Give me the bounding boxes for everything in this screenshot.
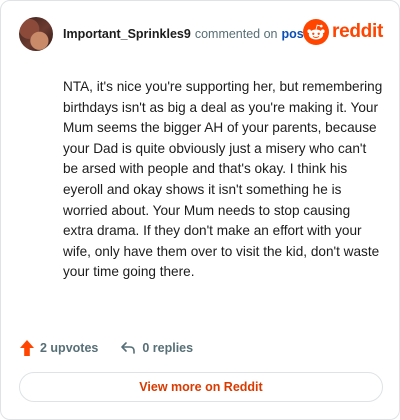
- reply-icon: [121, 342, 136, 354]
- upvote-count: 2 upvotes: [40, 341, 99, 355]
- reddit-logo[interactable]: reddit: [303, 19, 383, 45]
- upvote-arrow-icon: [20, 340, 34, 356]
- comment-header: Important_Sprinkles9 commented on post r…: [19, 17, 383, 51]
- reply-count: 0 replies: [142, 341, 194, 355]
- reddit-wordmark: reddit: [332, 21, 383, 42]
- commented-on-label: commented on: [194, 27, 278, 41]
- reply-button[interactable]: 0 replies: [120, 340, 193, 356]
- comment-body: NTA, it's nice you're supporting her, bu…: [63, 79, 383, 280]
- reddit-snoo-icon: [303, 19, 330, 45]
- comment-meta: Important_Sprinkles9 commented on post: [63, 27, 308, 41]
- view-more-on-reddit-button[interactable]: View more on Reddit: [19, 372, 383, 402]
- avatar[interactable]: [19, 17, 53, 51]
- username[interactable]: Important_Sprinkles9: [63, 27, 191, 41]
- reddit-comment-card: Important_Sprinkles9 commented on post r…: [0, 0, 400, 420]
- upvote-button[interactable]: 2 upvotes: [19, 339, 98, 357]
- comment-actions: 2 upvotes 0 replies: [19, 338, 193, 358]
